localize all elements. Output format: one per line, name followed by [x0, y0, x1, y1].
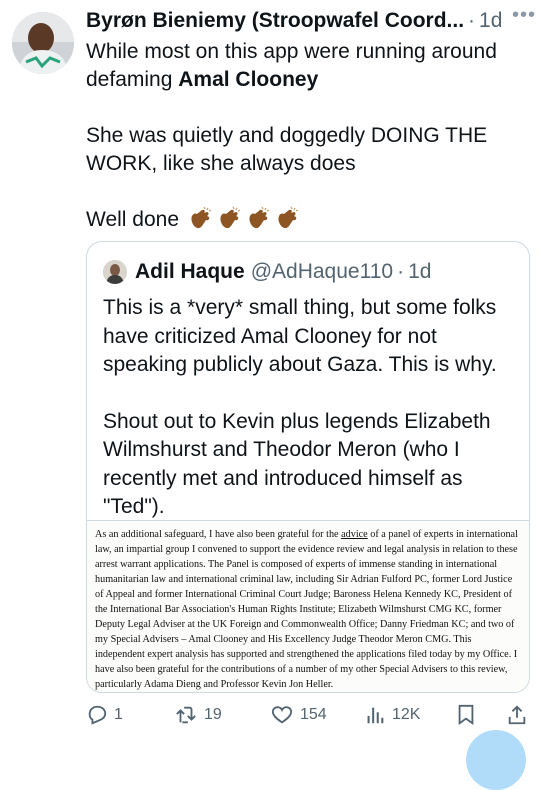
- clapping-hands-icon: [275, 206, 301, 238]
- tweet-paragraph-1: While most on this app were running arou…: [86, 40, 497, 91]
- tweet-text: While most on this app were running arou…: [86, 38, 526, 238]
- tweet-bold-name: Amal Clooney: [178, 68, 319, 91]
- views-bar-chart-icon: [367, 707, 384, 724]
- clapping-hands-icon: [188, 206, 214, 238]
- like-count: 154: [300, 706, 327, 723]
- bookmark-button[interactable]: [456, 700, 476, 730]
- quoted-document-image[interactable]: As an additional safeguard, I have also …: [87, 520, 529, 692]
- share-button[interactable]: [506, 700, 528, 730]
- document-text: As an additional safeguard, I have also …: [95, 529, 518, 690]
- clapping-hands-icon: [246, 206, 272, 238]
- quoted-author-avatar[interactable]: [103, 260, 127, 284]
- retweet-button[interactable]: 19: [174, 700, 222, 730]
- views-button[interactable]: 12K: [364, 700, 420, 730]
- reply-button[interactable]: 1: [86, 700, 123, 730]
- tweet-timestamp[interactable]: 1d: [479, 9, 502, 33]
- clapping-hands-icon: [217, 206, 243, 238]
- separator-dot: ·: [468, 9, 476, 32]
- author-avatar[interactable]: [12, 12, 74, 74]
- quoted-paragraph-2: Shout out to Kevin plus legends Elizabet…: [103, 409, 491, 519]
- quoted-tweet[interactable]: Adil Haque @AdHaque110 · 1d This is a *v…: [86, 241, 530, 693]
- quoted-timestamp[interactable]: 1d: [408, 260, 431, 284]
- quoted-paragraph-1: This is a *very* small thing, but some f…: [103, 296, 497, 376]
- more-options-button[interactable]: •••: [512, 4, 536, 27]
- quoted-tweet-text: This is a *very* small thing, but some f…: [103, 294, 513, 522]
- compose-floating-button[interactable]: [466, 730, 526, 790]
- quoted-author-name[interactable]: Adil Haque: [135, 260, 245, 284]
- tweet-paragraph-2: She was quietly and doggedly DOING THE W…: [86, 124, 488, 175]
- share-icon: [508, 705, 526, 725]
- more-horizontal-icon: •••: [511, 4, 536, 26]
- retweet-icon: [176, 706, 196, 724]
- reply-count: 1: [114, 706, 123, 723]
- document-advice-link: advice: [341, 529, 368, 540]
- avatar-photo: [12, 12, 74, 74]
- author-name[interactable]: Byrøn Bieniemy (Stroopwafel Coord...: [86, 9, 464, 33]
- tweet-paragraph-3: Well done: [86, 206, 526, 238]
- quoted-separator-dot: ·: [397, 260, 405, 283]
- heart-icon: [271, 706, 293, 724]
- tweet-action-bar: 1 19 154 12K: [86, 700, 532, 730]
- views-count: 12K: [392, 706, 421, 723]
- tweet-header: Byrøn Bieniemy (Stroopwafel Coord... · 1…: [86, 8, 528, 34]
- bookmark-icon: [458, 704, 474, 726]
- like-button[interactable]: 154: [270, 700, 327, 730]
- reply-icon: [88, 705, 107, 725]
- retweet-count: 19: [204, 706, 222, 723]
- quoted-author-handle[interactable]: @AdHaque110: [251, 260, 393, 284]
- quoted-tweet-header: Adil Haque @AdHaque110 · 1d: [103, 258, 431, 286]
